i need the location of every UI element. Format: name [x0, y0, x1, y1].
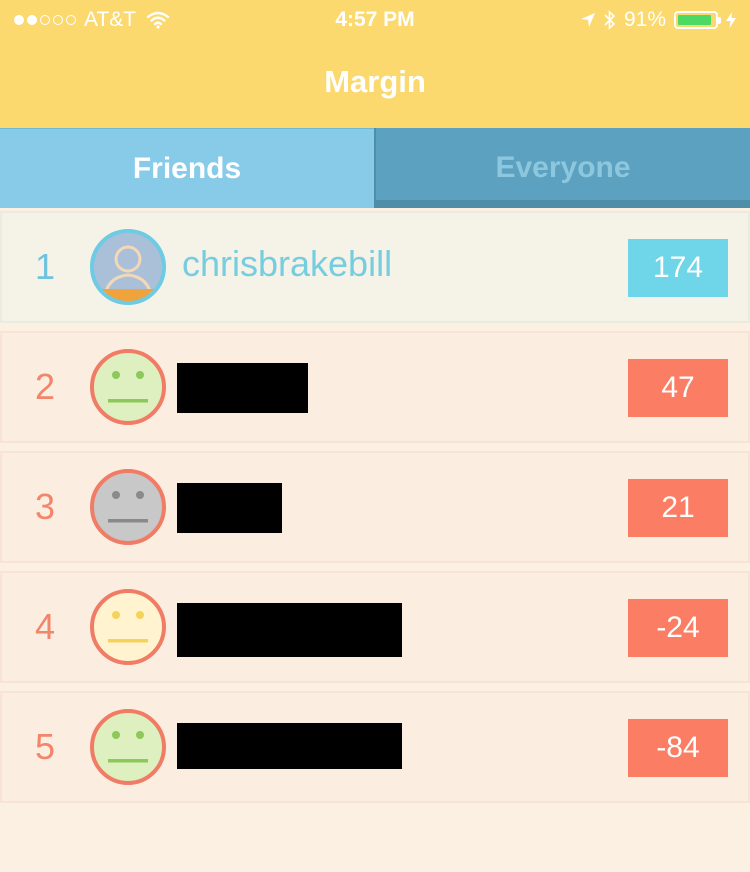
leaderboard-row-4[interactable]: 4 -24: [0, 571, 750, 683]
rank-number: 2: [34, 366, 56, 407]
rank-number: 4: [34, 606, 56, 647]
page-title: Margin: [324, 64, 426, 99]
battery-percent: 91%: [623, 8, 666, 31]
leaderboard-row-5[interactable]: 5 -84: [0, 691, 750, 803]
profile-photo-avatar[interactable]: [90, 229, 166, 305]
redacted-username: [177, 603, 402, 657]
leaderboard-row-2[interactable]: 2 47: [0, 331, 750, 443]
score-badge: 174: [628, 239, 728, 297]
bluetooth-icon: [604, 10, 616, 30]
rank-number: 5: [34, 726, 56, 767]
leaderboard-row-3[interactable]: 3 21: [0, 451, 750, 563]
neutral-face-avatar-gray[interactable]: [90, 469, 166, 545]
tab-everyone[interactable]: Everyone: [374, 128, 750, 208]
status-bar: AT&T 4:57 PM 91%: [0, 0, 750, 40]
score-badge: -24: [628, 599, 728, 657]
battery-icon: [674, 11, 721, 29]
score-badge: 47: [628, 359, 728, 417]
neutral-face-avatar-green[interactable]: [90, 349, 166, 425]
status-right: 91%: [580, 8, 736, 32]
rank-number: 1: [34, 246, 56, 287]
score-badge: 21: [628, 479, 728, 537]
redacted-username: [177, 363, 308, 413]
neutral-face-avatar-green[interactable]: [90, 709, 166, 785]
username: chrisbrakebill: [182, 243, 393, 284]
charging-bolt-icon: [726, 12, 736, 28]
neutral-face-avatar-yellow[interactable]: [90, 589, 166, 665]
leaderboard-row-1[interactable]: 1 chrisbrakebill 174: [0, 211, 750, 323]
location-arrow-icon: [580, 13, 595, 27]
score-badge: -84: [628, 719, 728, 777]
tab-friends[interactable]: Friends: [0, 128, 374, 208]
battery-level-fill: [678, 15, 711, 25]
segmented-tabs: Friends Everyone: [0, 128, 750, 208]
rank-number: 3: [34, 486, 56, 527]
navigation-bar: AT&T 4:57 PM 91% Margin: [0, 0, 750, 128]
redacted-username: [177, 483, 282, 533]
redacted-username: [177, 723, 402, 769]
